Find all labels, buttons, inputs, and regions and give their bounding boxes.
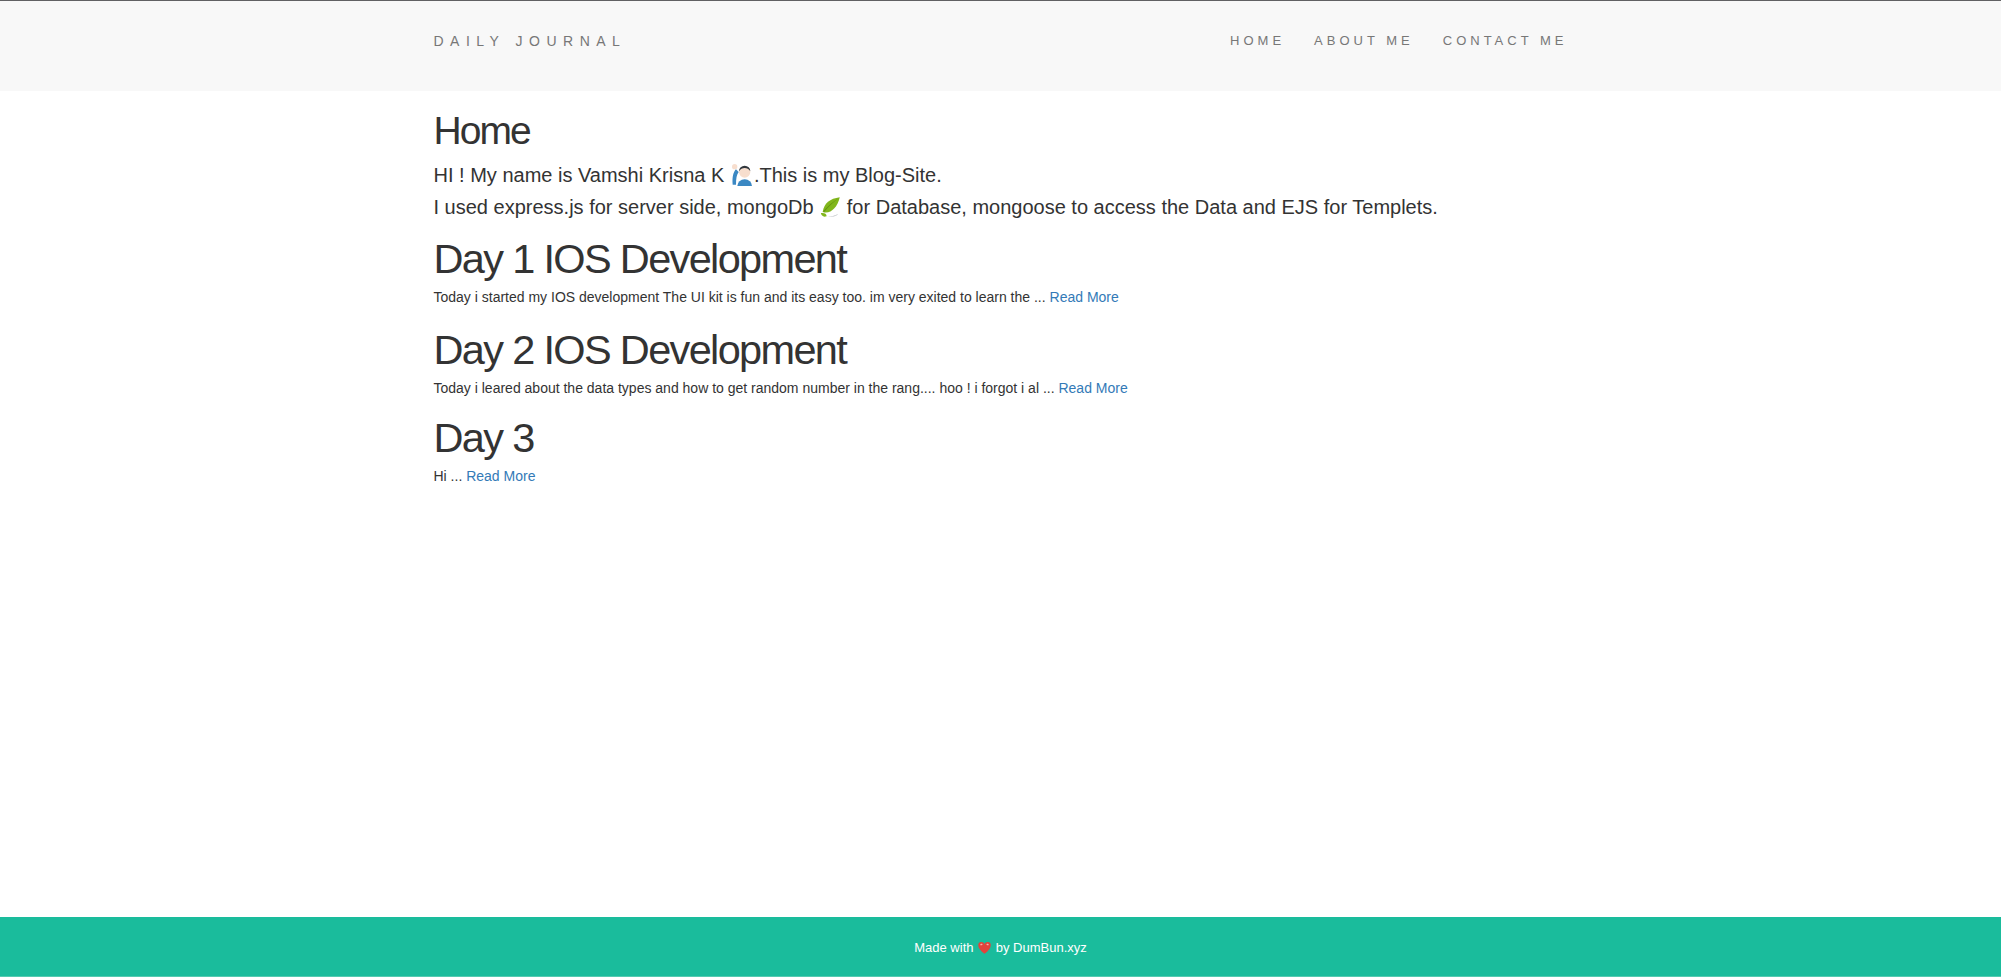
footer-text-post: by DumBun.xyz [992, 940, 1087, 955]
intro-line1-post: .This is my Blog-Site. [754, 164, 942, 186]
intro-line1-pre: HI ! My name is Vamshi Krisna K [434, 164, 730, 186]
post-excerpt-day-3: Hi ... Read More [434, 466, 1568, 487]
navbar: DAILY JOURNAL HOME ABOUT ME CONTACT ME [0, 0, 2001, 91]
nav-menu: HOME ABOUT ME CONTACT ME [1201, 33, 1567, 48]
post-day-3: Day 3 Hi ... Read More [434, 414, 1568, 487]
read-more-link-day-3[interactable]: Read More [466, 468, 535, 484]
leaf-emoji [819, 196, 841, 225]
post-excerpt-text-day-1: Today i started my IOS development The U… [434, 289, 1050, 305]
post-day-1: Day 1 IOS Development Today i started my… [434, 235, 1568, 308]
footer-text-pre: Made with [914, 940, 977, 955]
post-title-day-2: Day 2 IOS Development [434, 326, 1568, 374]
footer-text: Made with by DumBun.xyz [914, 940, 1087, 958]
intro-line2-pre: I used express.js for server side, mongo… [434, 196, 820, 218]
footer: Made with by DumBun.xyz [0, 917, 2001, 977]
post-excerpt-day-1: Today i started my IOS development The U… [434, 287, 1568, 308]
read-more-link-day-1[interactable]: Read More [1050, 289, 1119, 305]
post-day-2: Day 2 IOS Development Today i leared abo… [434, 326, 1568, 399]
brand-logo[interactable]: DAILY JOURNAL [434, 33, 627, 49]
page-title: Home [434, 109, 1568, 153]
read-more-link-day-2[interactable]: Read More [1058, 380, 1127, 396]
post-title-day-1: Day 1 IOS Development [434, 235, 1568, 283]
main-content: Home HI ! My name is Vamshi Krisna K .Th… [0, 91, 2001, 917]
post-excerpt-text-day-2: Today i leared about the data types and … [434, 380, 1059, 396]
intro-text: HI ! My name is Vamshi Krisna K .This is… [434, 161, 1568, 225]
raising-hand-emoji [730, 162, 754, 193]
nav-item-about-me[interactable]: ABOUT ME [1314, 33, 1414, 48]
heart-icon [977, 941, 992, 958]
nav-item-home[interactable]: HOME [1230, 33, 1285, 48]
post-excerpt-text-day-3: Hi ... [434, 468, 467, 484]
nav-item-contact-me[interactable]: CONTACT ME [1443, 33, 1568, 48]
intro-line2-post: for Database, mongoose to access the Dat… [841, 196, 1438, 218]
post-excerpt-day-2: Today i leared about the data types and … [434, 378, 1568, 399]
post-title-day-3: Day 3 [434, 414, 1568, 462]
